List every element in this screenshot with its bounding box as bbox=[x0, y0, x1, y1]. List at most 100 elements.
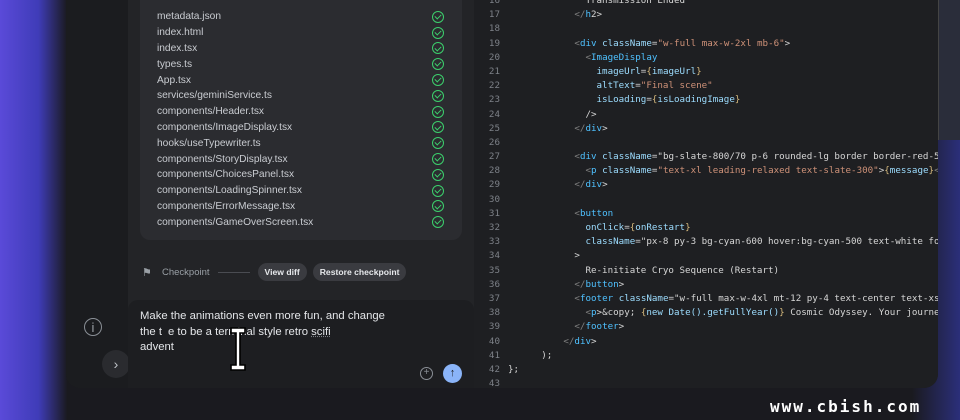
checkpoint-row: ⚑ Checkpoint View diff Restore checkpoin… bbox=[140, 263, 470, 281]
code-line[interactable]: Transmission Ended bbox=[508, 0, 938, 8]
code-line[interactable]: /> bbox=[508, 108, 938, 122]
restore-checkpoint-button[interactable]: Restore checkpoint bbox=[312, 263, 407, 281]
line-number: 27 bbox=[488, 151, 500, 163]
file-row[interactable]: App.tsx bbox=[157, 72, 462, 88]
line-number: 25 bbox=[488, 122, 500, 134]
check-circle-icon bbox=[432, 58, 444, 71]
check-circle-icon bbox=[432, 105, 444, 118]
send-icon[interactable]: ↑ bbox=[443, 364, 462, 383]
info-icon[interactable]: i bbox=[84, 318, 102, 336]
check-circle-icon bbox=[432, 26, 444, 39]
line-number: 24 bbox=[488, 108, 500, 120]
file-row[interactable]: components/ChoicesPanel.tsx bbox=[157, 167, 462, 183]
file-row[interactable]: components/GameOverScreen.tsx bbox=[157, 214, 462, 230]
line-number: 35 bbox=[488, 264, 500, 276]
line-number: 22 bbox=[488, 80, 500, 92]
prompt-line-2: the te to be a terminal style retro scif… bbox=[140, 325, 331, 338]
line-number: 38 bbox=[488, 307, 500, 319]
code-content[interactable]: Transmission Ended </h2> <div className=… bbox=[508, 0, 938, 388]
code-line[interactable]: altText="Final scene" bbox=[508, 79, 938, 93]
line-number: 28 bbox=[488, 165, 500, 177]
code-line[interactable]: <button bbox=[508, 207, 938, 221]
file-name: App.tsx bbox=[157, 74, 191, 86]
code-line[interactable]: Re-initiate Cryo Sequence (Restart) bbox=[508, 264, 938, 278]
file-row[interactable]: index.tsx bbox=[157, 41, 462, 57]
code-line[interactable]: imageUrl={imageUrl} bbox=[508, 65, 938, 79]
code-line[interactable]: }; bbox=[508, 363, 938, 377]
code-line[interactable]: <div className="bg-slate-800/70 p-6 roun… bbox=[508, 150, 938, 164]
code-line[interactable]: > bbox=[508, 249, 938, 263]
code-line[interactable] bbox=[508, 377, 938, 388]
check-circle-icon bbox=[432, 200, 444, 213]
code-line[interactable]: ); bbox=[508, 349, 938, 363]
code-line[interactable] bbox=[508, 136, 938, 150]
code-editor[interactable]: 16 17 18 19 20 21 22 23 24 25 26 27 28 29 30 31 32 33 34 35… bbox=[474, 0, 938, 388]
file-name: components/LoadingSpinner.tsx bbox=[157, 185, 302, 197]
file-row[interactable]: services/geminiService.ts bbox=[157, 88, 462, 104]
code-line[interactable]: isLoading={isLoadingImage} bbox=[508, 93, 938, 107]
line-number: 18 bbox=[488, 23, 500, 35]
code-line[interactable]: <ImageDisplay bbox=[508, 51, 938, 65]
code-line[interactable]: <p>&copy; {new Date().getFullYear()} Cos… bbox=[508, 306, 938, 320]
line-number: 39 bbox=[488, 321, 500, 333]
background-window-edge bbox=[938, 0, 960, 140]
file-row[interactable]: types.ts bbox=[157, 56, 462, 72]
code-line[interactable]: </button> bbox=[508, 278, 938, 292]
code-line[interactable]: </div> bbox=[508, 335, 938, 349]
app-window: i › metadata.json index.html index.tsx type… bbox=[66, 0, 938, 388]
file-name: index.tsx bbox=[157, 42, 198, 54]
chat-panel: metadata.json index.html index.tsx types.ts… bbox=[128, 0, 474, 388]
add-icon[interactable]: + bbox=[420, 367, 433, 380]
file-row[interactable]: hooks/useTypewriter.ts bbox=[157, 135, 462, 151]
line-number: 16 bbox=[488, 0, 500, 6]
code-line[interactable]: className="px-8 py-3 bg-cyan-600 hover:b… bbox=[508, 235, 938, 249]
line-number: 34 bbox=[488, 250, 500, 262]
line-number: 37 bbox=[488, 292, 500, 304]
check-circle-icon bbox=[432, 10, 444, 23]
check-circle-icon bbox=[432, 184, 444, 197]
line-number: 33 bbox=[488, 236, 500, 248]
prompt-line-3: advent bbox=[140, 341, 174, 353]
code-line[interactable]: </div> bbox=[508, 122, 938, 136]
check-circle-icon bbox=[432, 153, 444, 166]
file-name: components/GameOverScreen.tsx bbox=[157, 216, 314, 228]
line-number: 26 bbox=[488, 136, 500, 148]
check-circle-icon bbox=[432, 216, 444, 229]
file-name: metadata.json bbox=[157, 11, 221, 23]
file-row[interactable]: components/StoryDisplay.tsx bbox=[157, 151, 462, 167]
file-name: components/StoryDisplay.tsx bbox=[157, 153, 288, 165]
line-number: 30 bbox=[488, 193, 500, 205]
code-line[interactable] bbox=[508, 193, 938, 207]
file-row[interactable]: metadata.json bbox=[157, 9, 462, 25]
check-circle-icon bbox=[432, 168, 444, 181]
file-name: components/ImageDisplay.tsx bbox=[157, 121, 293, 133]
line-number: 40 bbox=[488, 335, 500, 347]
file-row[interactable]: components/LoadingSpinner.tsx bbox=[157, 183, 462, 199]
code-line[interactable]: <footer className="w-full max-w-4xl mt-1… bbox=[508, 292, 938, 306]
file-row[interactable]: components/ImageDisplay.tsx bbox=[157, 120, 462, 136]
check-circle-icon bbox=[432, 74, 444, 87]
watermark: www.cbish.com bbox=[770, 397, 922, 416]
line-number: 20 bbox=[488, 51, 500, 63]
code-line[interactable]: onClick={onRestart} bbox=[508, 221, 938, 235]
code-line[interactable]: </footer> bbox=[508, 320, 938, 334]
file-name: components/ChoicesPanel.tsx bbox=[157, 169, 295, 181]
file-row[interactable]: components/Header.tsx bbox=[157, 104, 462, 120]
file-name: services/geminiService.ts bbox=[157, 90, 272, 102]
checkpoint-label: Checkpoint bbox=[162, 266, 210, 278]
check-circle-icon bbox=[432, 42, 444, 55]
code-line[interactable]: </h2> bbox=[508, 8, 938, 22]
file-name: types.ts bbox=[157, 58, 193, 70]
chevron-right-icon[interactable]: › bbox=[102, 350, 130, 378]
line-number: 17 bbox=[488, 9, 500, 21]
code-line[interactable]: <p className="text-xl leading-relaxed te… bbox=[508, 164, 938, 178]
view-diff-button[interactable]: View diff bbox=[257, 263, 307, 281]
file-row[interactable]: index.html bbox=[157, 25, 462, 41]
left-rail: i › bbox=[66, 0, 130, 388]
code-line[interactable] bbox=[508, 22, 938, 36]
changed-files-card: metadata.json index.html index.tsx types.ts… bbox=[140, 0, 462, 240]
code-line[interactable]: <div className="w-full max-w-2xl mb-6"> bbox=[508, 37, 938, 51]
file-row[interactable]: components/ErrorMessage.tsx bbox=[157, 199, 462, 215]
code-line[interactable]: </div> bbox=[508, 178, 938, 192]
flag-icon: ⚑ bbox=[142, 267, 152, 279]
